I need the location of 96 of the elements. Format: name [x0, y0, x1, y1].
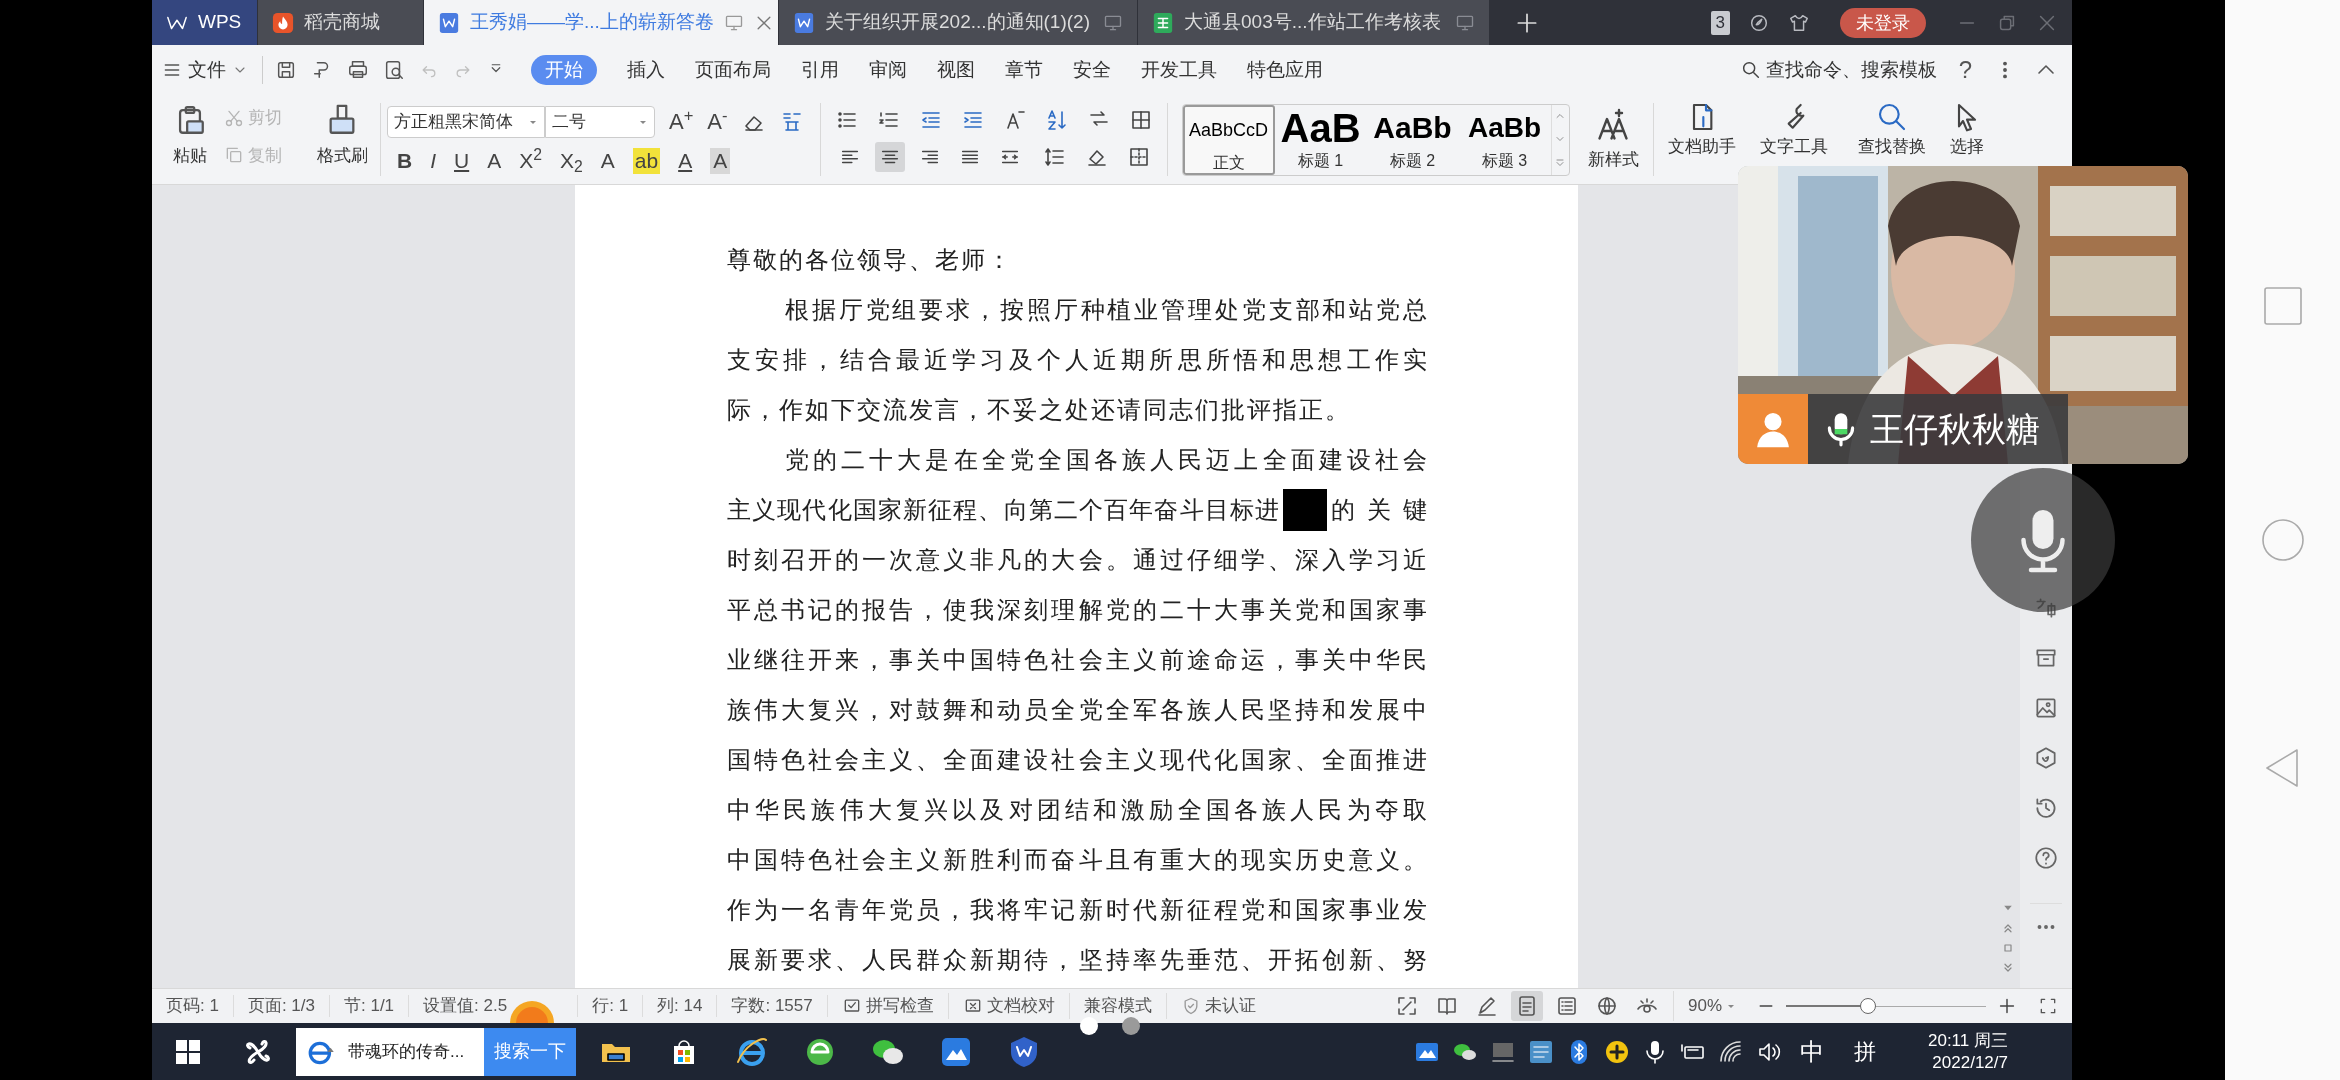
- clock[interactable]: 20:11 周三 2022/12/7: [1928, 1029, 2008, 1074]
- tab[interactable]: 稻壳商城: [258, 0, 423, 45]
- previous-page-icon[interactable]: [2001, 922, 2014, 934]
- hexagon-icon[interactable]: [2033, 745, 2059, 771]
- login-button[interactable]: 未登录: [1840, 7, 1926, 38]
- body-text: 时刻召开的一次意义非凡的大会。通过仔细学、深入学习近: [727, 545, 1427, 575]
- body-text: 展新要求、人民群众新期待，坚持率先垂范、开拓创新、努: [727, 945, 1427, 975]
- status-text: 列: 14: [643, 995, 718, 1017]
- font-size-button[interactable]: A$^{+}$: [669, 105, 694, 138]
- underline-button[interactable]: U: [454, 148, 470, 174]
- style-preset[interactable]: AaB 标题 1: [1274, 104, 1367, 175]
- page-view-button[interactable]: [1510, 991, 1543, 1021]
- body-text: 作为一名青年党员，我将牢记新时代新征程党和国家事业发: [727, 895, 1427, 925]
- document-icon: [793, 11, 815, 34]
- body-text: 党的二十大是在全党全国各族人民迈上全面建设社会: [785, 445, 1427, 475]
- tab[interactable]: 关于组织开展202...的通知(1)(2): [779, 0, 1137, 45]
- body-text: 根据厅党组要求，按照厅种植业管理处党支部和站党总: [785, 295, 1427, 325]
- style-preset[interactable]: AaBbCcD 正文: [1182, 104, 1275, 175]
- italic-button[interactable]: I: [430, 148, 436, 174]
- align-center-button[interactable]: [874, 141, 905, 172]
- format-painter-button[interactable]: 格式刷: [310, 103, 374, 169]
- body-text: 中国特色社会主义新胜利而奋斗且有重大的现实历史意义。: [727, 845, 1427, 875]
- style-preset[interactable]: AaBb 标题 3: [1458, 104, 1551, 175]
- help-button[interactable]: ?: [1958, 52, 1972, 88]
- input-language-button[interactable]: 中: [1800, 1033, 1824, 1070]
- certification-status[interactable]: 未认证: [1166, 993, 1270, 1019]
- strikethrough-button[interactable]: A: [487, 148, 502, 174]
- body-text: 平总书记的报告，使我深刻理解党的二十大事关党和国家事: [727, 595, 1427, 625]
- zoom-slider-thumb[interactable]: [1860, 998, 1876, 1014]
- body-text: 业继往开来，事关中国特色社会主义前途命运，事关中华民: [727, 645, 1427, 675]
- character-shading-button[interactable]: A: [710, 148, 731, 174]
- print-icon[interactable]: [347, 59, 369, 81]
- status-text: 行: 1: [578, 995, 644, 1017]
- select-button[interactable]: 选择: [1949, 101, 1984, 157]
- print-preview-icon[interactable]: [383, 59, 405, 81]
- ribbon-tab[interactable]: 安全: [1073, 55, 1111, 85]
- bold-button[interactable]: B: [397, 148, 413, 174]
- spreadsheet-icon: [1152, 11, 1174, 34]
- font-color-button[interactable]: A: [678, 148, 693, 174]
- ribbon-tab[interactable]: 开发工具: [1141, 55, 1217, 85]
- find-replace-button[interactable]: 查找替换: [1857, 101, 1926, 157]
- font-size-select[interactable]: 二号: [545, 105, 655, 138]
- status-text: 节: 1/1: [330, 995, 410, 1017]
- participant-name: 王仔秋秋糖: [1870, 408, 2040, 450]
- subscript-button[interactable]: X$_{2}$: [560, 148, 583, 174]
- superscript-button[interactable]: X$^{2}$: [519, 148, 542, 174]
- body-text: 国特色社会主义、全面建设社会主义现代化国家、全面推进: [727, 745, 1427, 775]
- fit-window-icon[interactable]: [2038, 996, 2058, 1016]
- font-size-button[interactable]: A$^{-}$: [707, 105, 728, 138]
- ribbon-tab[interactable]: 插入: [627, 55, 665, 85]
- body-text: 中华民族伟大复兴以及对团结和激励全国各族人民为夺取: [727, 795, 1427, 825]
- ribbon-tab[interactable]: 页面布局: [695, 55, 771, 85]
- ribbon-tab[interactable]: 审阅: [869, 55, 907, 85]
- paste-button[interactable]: 粘贴: [162, 103, 218, 169]
- file-menu[interactable]: 文件: [162, 55, 248, 85]
- help-icon[interactable]: [2033, 845, 2059, 871]
- body-text: 尊敬的各位领导、老师：: [727, 245, 1014, 275]
- body-text: 主义现代化国家新征程、向第二个百年奋斗目标进: [727, 495, 1279, 525]
- body-text: 际，作如下交流发言，不妥之处还请同志们批评指正。: [727, 395, 1352, 425]
- body-text: 族伟大复兴，对鼓舞和动员全党全军各族人民坚持和发展中: [727, 695, 1427, 725]
- status-text: 字数: 1557: [717, 995, 828, 1017]
- status-text: 页面: 1/3: [233, 995, 330, 1017]
- command-search[interactable]: 查找命令、搜索模板: [1739, 55, 1937, 85]
- wifi-icon[interactable]: [1718, 1038, 1744, 1065]
- zoom-select[interactable]: 90%: [1687, 993, 1736, 1019]
- zoom-slider[interactable]: [1786, 996, 1986, 1016]
- ribbon-tab[interactable]: 特色应用: [1247, 55, 1323, 85]
- flame-icon: [272, 11, 294, 34]
- document-assistant-button[interactable]: 文档助手: [1667, 101, 1736, 157]
- body-text: 的关键: [1331, 495, 1427, 525]
- highlight-button[interactable]: ab: [632, 148, 661, 174]
- save-icon[interactable]: [275, 59, 297, 81]
- text-effect-button[interactable]: A: [600, 148, 615, 174]
- new-style-icon[interactable]: [1595, 106, 1631, 143]
- new-style-button[interactable]: 新样式: [1587, 106, 1639, 173]
- input-mode-button[interactable]: 拼: [1854, 1035, 1876, 1068]
- plus-app-icon[interactable]: [1604, 1038, 1630, 1065]
- text-tools-button[interactable]: 文字工具: [1759, 101, 1828, 157]
- body-text: 支安排，结合最近学习及个人近期所思所悟和思想工作实: [727, 345, 1427, 375]
- search-box[interactable]: 带魂环的传奇...: [296, 1027, 484, 1076]
- tab[interactable]: 大通县003号...作站工作考核表: [1138, 0, 1489, 45]
- font-select[interactable]: 方正粗黑宋简体: [387, 105, 545, 138]
- redaction-block: [1283, 489, 1327, 531]
- ribbon-tab[interactable]: 视图: [937, 55, 975, 85]
- window-count-badge[interactable]: 3: [1710, 10, 1730, 35]
- image-icon[interactable]: [2033, 695, 2059, 721]
- document-icon: [438, 11, 460, 34]
- next-page-icon[interactable]: [2001, 962, 2014, 974]
- ribbon-tab[interactable]: 章节: [1005, 55, 1043, 85]
- tab[interactable]: WPS: [152, 0, 257, 45]
- spell-check-button[interactable]: 拼写检查: [827, 993, 949, 1019]
- proofread-button[interactable]: 文档校对: [948, 993, 1070, 1019]
- status-text: 页码: 1: [152, 995, 234, 1017]
- ribbon-tab[interactable]: 引用: [801, 55, 839, 85]
- tab[interactable]: 王秀娟——学...上的崭新答卷: [424, 0, 778, 45]
- style-preset[interactable]: AaBb 标题 2: [1366, 104, 1459, 175]
